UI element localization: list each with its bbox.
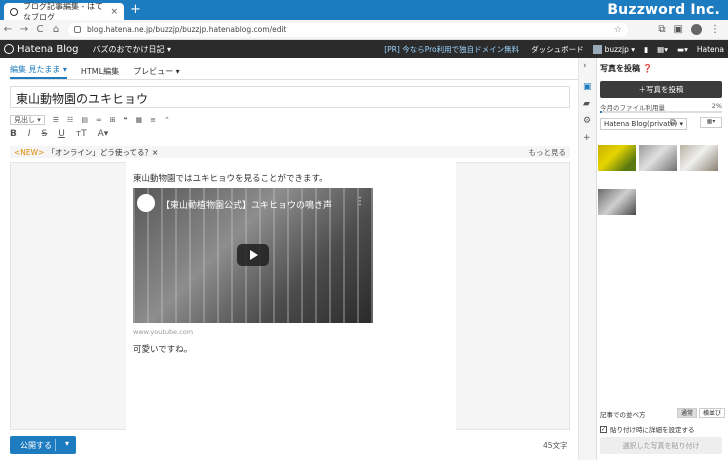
watermark: Buzzword Inc. <box>607 2 720 18</box>
tab-wysiwyg[interactable]: 編集 見たまま ▾ <box>10 64 67 79</box>
hr-icon[interactable]: ⊞ <box>110 116 116 124</box>
photo-panel-title: 写真を投稿 ❓ <box>600 64 653 73</box>
quota-bar-fill <box>600 111 603 113</box>
photo-thumbnail[interactable] <box>598 189 636 215</box>
address-bar[interactable]: blog.hatena.ne.jp/buzzjp/buzzjp.hatenabl… <box>68 22 628 37</box>
paragraph-2[interactable]: 可愛いですね。 <box>133 343 192 355</box>
publish-button[interactable]: 公開する ▾ <box>10 436 76 454</box>
notification-icon[interactable]: ▬▾ <box>677 45 688 54</box>
blog-name-menu[interactable]: バズのおでかけ日記 ▾ <box>92 44 171 55</box>
video-source-link[interactable]: www.youtube.com <box>133 328 193 336</box>
tab-close-icon[interactable]: × <box>110 7 118 17</box>
upload-photo-button[interactable]: ＋写真を投稿 <box>600 81 722 98</box>
quote-icon[interactable]: ▤ <box>81 116 88 124</box>
news-badge: <NEW> <box>14 147 45 157</box>
video-title[interactable]: 【東山動植物園公式】ユキヒョウの鳴き声 <box>161 198 332 211</box>
collapse-toolbar-icon[interactable]: ⌃ <box>164 116 170 124</box>
extension-icon[interactable]: ⧉ <box>658 24 665 35</box>
italic-icon[interactable]: I <box>28 129 31 139</box>
video-menu-icon[interactable]: ⋮ <box>355 196 365 207</box>
back-icon[interactable]: ← <box>0 24 16 35</box>
promo-link[interactable]: [PR] 今ならPro利用で独自ドメイン無料 <box>384 44 519 55</box>
gear-icon[interactable]: ⚙ <box>583 117 592 126</box>
news-more-link[interactable]: もっと見る <box>529 147 567 158</box>
play-icon[interactable] <box>237 244 269 266</box>
format-toolbar-row2: B I S U тT A▾ <box>10 128 210 140</box>
link-icon[interactable]: ∞ <box>96 116 102 124</box>
bullet-list-icon[interactable]: ☰ <box>53 116 59 124</box>
hatena-header: Hatena Blog バズのおでかけ日記 ▾ [PR] 今ならPro利用で独自… <box>0 40 728 58</box>
hatena-brand[interactable]: Hatena <box>697 45 724 54</box>
blockquote-icon[interactable]: ❝ <box>124 116 128 124</box>
checkbox-icon[interactable]: ✓ <box>600 425 607 433</box>
folder-icon[interactable]: ▰ <box>583 100 592 109</box>
paste-selected-photos-button[interactable]: 選択した写真を貼り付け <box>600 437 722 454</box>
home-icon[interactable]: ⌂ <box>48 24 64 35</box>
char-count: 45文字 <box>543 441 568 450</box>
tab-preview[interactable]: プレビュー ▾ <box>133 66 180 77</box>
align-icon[interactable]: ≡ <box>150 116 156 124</box>
publish-options-chevron-icon[interactable]: ▾ <box>65 439 69 448</box>
quota-bar <box>600 111 722 113</box>
embedded-video[interactable]: 【東山動植物園公式】ユキヒョウの鳴き声 ⋮ <box>133 188 373 323</box>
photo-tool-icon[interactable]: ▣ <box>583 83 592 92</box>
hatena-blog-logo[interactable]: Hatena Blog <box>4 44 78 55</box>
table-icon[interactable]: ▦ <box>135 116 142 124</box>
font-size-icon[interactable]: тT <box>76 129 87 139</box>
editor-mode-tabs: 編集 見たまま ▾ HTML編集 プレビュー ▾ <box>10 64 580 80</box>
new-tab-button[interactable]: + <box>130 3 141 17</box>
text-color-icon[interactable]: A▾ <box>98 129 109 139</box>
extension-icon-2[interactable]: ▣ <box>674 24 683 35</box>
numbered-list-icon[interactable]: ☷ <box>67 116 73 124</box>
collapse-sidebar-icon[interactable]: › <box>583 62 592 71</box>
tab-html-edit[interactable]: HTML編集 <box>81 66 119 77</box>
format-toolbar: 見出し ▾ ☰ ☷ ▤ ∞ ⊞ ❝ ▦ ≡ ⌃ <box>10 114 570 126</box>
news-link[interactable]: 「オンライン」どう使ってる？× <box>47 147 158 158</box>
photo-thumbnail[interactable] <box>639 145 677 171</box>
external-link-icon[interactable]: ⧉ <box>670 118 676 128</box>
star-icon[interactable]: ☆ <box>614 25 622 35</box>
grid-view-select-icon[interactable]: ▦▾ <box>700 117 722 128</box>
strikethrough-icon[interactable]: S <box>42 129 48 139</box>
news-bar: <NEW> 「オンライン」どう使ってる？× もっと見る <box>10 146 570 158</box>
heading-select[interactable]: 見出し ▾ <box>10 115 45 125</box>
hatena-logo-icon <box>4 44 14 54</box>
browser-toolbar: ← → C ⌂ blog.hatena.ne.jp/buzzjp/buzzjp.… <box>0 20 728 40</box>
menu-icon[interactable]: ⋮ <box>710 24 720 35</box>
browser-tab[interactable]: ブログ記事編集 - はてなブログ × <box>4 2 124 22</box>
arrange-side-button[interactable]: 横並び <box>699 408 726 418</box>
photo-thumbnail[interactable] <box>598 145 636 171</box>
arrange-normal-button[interactable]: 通常 <box>677 408 698 418</box>
article-title-input[interactable]: 東山動物園のユキヒョウ <box>10 86 570 108</box>
user-menu[interactable]: buzzjp ▾ <box>592 44 635 54</box>
underline-icon[interactable]: U <box>58 129 65 139</box>
detail-setting-checkbox[interactable]: ✓ 貼り付け時に詳細を設定する <box>600 424 695 434</box>
arrange-label: 記事での並べ方 <box>600 411 646 419</box>
lock-icon <box>74 26 81 33</box>
apps-grid-icon[interactable]: ▦▾ <box>657 45 668 54</box>
bold-icon[interactable]: B <box>10 129 17 139</box>
add-tool-icon[interactable]: + <box>583 134 592 143</box>
forward-icon[interactable]: → <box>16 24 32 35</box>
dashboard-link[interactable]: ダッシュボード <box>531 44 584 55</box>
paragraph-1[interactable]: 東山動物園ではユキヒョウを見ることができます。 <box>133 172 328 184</box>
bookmark-icon[interactable]: ▮ <box>644 45 648 54</box>
channel-logo-icon <box>137 194 155 212</box>
user-avatar <box>592 44 602 54</box>
reload-icon[interactable]: C <box>32 24 48 35</box>
profile-avatar-icon[interactable] <box>691 24 702 35</box>
url-text: blog.hatena.ne.jp/buzzjp/buzzjp.hatenabl… <box>87 25 287 34</box>
tab-favicon-icon <box>10 7 18 16</box>
photo-thumbnail[interactable] <box>680 145 718 171</box>
